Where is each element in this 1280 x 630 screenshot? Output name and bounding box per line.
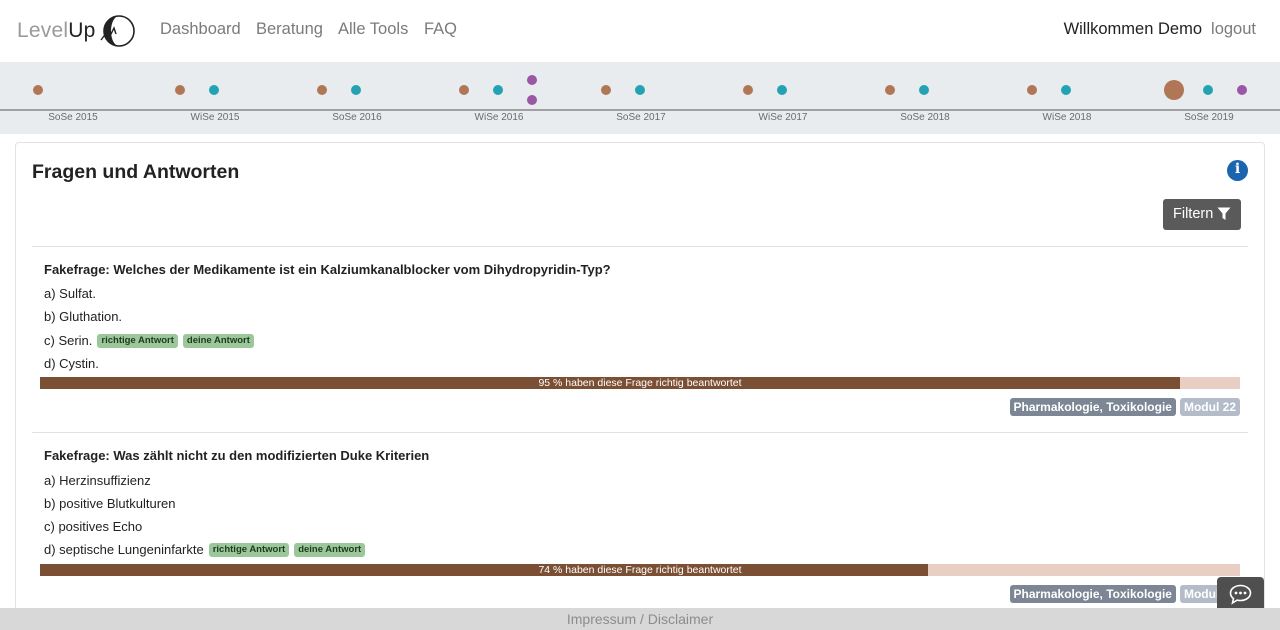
module-tag[interactable]: Modul 22 <box>1179 398 1240 416</box>
timeline-event-dot[interactable] <box>351 85 361 95</box>
answer-text: c) positives Echo <box>44 519 143 534</box>
timeline-event-dot[interactable] <box>317 85 327 95</box>
answer-option: b) positive Blutkulturen <box>44 496 176 511</box>
semester-label: SoSe 2015 <box>48 112 98 123</box>
topic-tag[interactable]: Pharmakologie, Toxikologie <box>1009 398 1176 416</box>
levelup-logo-icon <box>100 15 136 47</box>
nav-beratung[interactable]: Beratung <box>256 20 323 39</box>
answer-text: a) Herzinsuffizienz <box>44 473 151 488</box>
answer-option: a) Sulfat. <box>44 286 96 301</box>
timeline-event-dot[interactable] <box>1027 85 1037 95</box>
welcome-text: Willkommen Demo <box>1063 20 1202 38</box>
semester-label: WiSe 2015 <box>191 112 240 123</box>
timeline-event-dot[interactable] <box>493 85 503 95</box>
topic-tag[interactable]: Pharmakologie, Toxikologie <box>1009 585 1176 603</box>
info-icon[interactable]: i <box>1227 160 1248 181</box>
timeline-event-dot[interactable] <box>1203 85 1213 95</box>
timeline-event-dot[interactable] <box>527 95 537 105</box>
timeline-event-dot[interactable] <box>1164 80 1184 100</box>
answer-text: c) Serin. <box>44 333 93 348</box>
question-item: Fakefrage: Welches der Medikamente ist e… <box>32 246 1248 432</box>
timeline-event-dot[interactable] <box>1061 85 1071 95</box>
semester-label: SoSe 2017 <box>616 112 666 123</box>
answer-option: c) positives Echo <box>44 519 142 534</box>
nav-alle-tools[interactable]: Alle Tools <box>338 20 408 39</box>
semester-label: WiSe 2018 <box>1043 112 1092 123</box>
timeline-event-dot[interactable] <box>209 85 219 95</box>
timeline-event-dot[interactable] <box>919 85 929 95</box>
semester-label: SoSe 2019 <box>1184 112 1234 123</box>
semester-timeline: SoSe 2015 WiSe 2015 SoSe 2016 WiSe 2016 SoSe… <box>0 62 1280 134</box>
tag-list: Pharmakologie, Toxikologie Modul 22 <box>1006 398 1240 416</box>
timeline-event-dot[interactable] <box>635 85 645 95</box>
brand-text-dark: Up <box>68 19 96 42</box>
progress-text: 95 % haben diese Frage richtig beantwort… <box>538 377 742 389</box>
logout-link[interactable]: logout <box>1211 20 1256 39</box>
filter-label: Filtern <box>1173 206 1214 222</box>
answer-text: d) Cystin. <box>44 356 99 371</box>
nav-faq[interactable]: FAQ <box>424 20 457 39</box>
timeline-event-dot[interactable] <box>527 75 537 85</box>
correct-answer-badge: richtige Antwort <box>208 542 290 557</box>
question-item: Fakefrage: Was zählt nicht zu den modifi… <box>32 432 1248 611</box>
nav-dashboard[interactable]: Dashboard <box>160 20 241 39</box>
semester-label: WiSe 2017 <box>759 112 808 123</box>
answer-progress-bar: 74 % haben diese Frage richtig beantwort… <box>40 564 1240 576</box>
answer-text: b) Gluthation. <box>44 309 123 324</box>
answer-option: c) Serin. richtige Antwort deine Antwort <box>44 333 254 348</box>
navbar: LevelUp Dashboard Beratung Alle Tools FA… <box>0 0 1280 62</box>
brand-logo[interactable]: LevelUp <box>17 14 136 48</box>
timeline-event-dot[interactable] <box>33 85 43 95</box>
question-title: Fakefrage: Welches der Medikamente ist e… <box>44 262 611 277</box>
impressum-link[interactable]: Impressum / Disclaimer <box>567 611 713 627</box>
chat-bubble-icon <box>1229 584 1252 605</box>
answer-text: b) positive Blutkulturen <box>44 496 176 511</box>
questions-card: Fragen und Antworten i Filtern Fakefrage… <box>15 142 1265 612</box>
semester-label: SoSe 2016 <box>332 112 382 123</box>
your-answer-badge: deine Antwort <box>294 542 366 557</box>
semester-label: SoSe 2018 <box>900 112 950 123</box>
answer-option: a) Herzinsuffizienz <box>44 473 151 488</box>
timeline-event-dot[interactable] <box>777 85 787 95</box>
answer-option: b) Gluthation. <box>44 309 122 324</box>
funnel-icon <box>1217 207 1231 220</box>
answer-text: a) Sulfat. <box>44 286 97 301</box>
answer-option: d) septische Lungeninfarkte richtige Ant… <box>44 542 366 557</box>
timeline-event-dot[interactable] <box>601 85 611 95</box>
filter-button[interactable]: Filtern <box>1163 199 1241 230</box>
timeline-chart: SoSe 2015 WiSe 2015 SoSe 2016 WiSe 2016 SoSe… <box>0 75 1280 123</box>
correct-answer-badge: richtige Antwort <box>97 333 178 348</box>
answer-option: d) Cystin. <box>44 356 99 371</box>
brand-text-light: Level <box>17 19 69 42</box>
page-title: Fragen und Antworten <box>32 161 240 183</box>
footer: Impressum / Disclaimer <box>0 608 1280 630</box>
question-title: Fakefrage: Was zählt nicht zu den modifi… <box>44 448 430 463</box>
progress-text: 74 % haben diese Frage richtig beantwort… <box>538 564 742 576</box>
answer-text: d) septische Lungeninfarkte <box>44 542 204 557</box>
timeline-event-dot[interactable] <box>1237 85 1247 95</box>
timeline-event-dot[interactable] <box>459 85 469 95</box>
timeline-event-dot[interactable] <box>885 85 895 95</box>
timeline-event-dot[interactable] <box>743 85 753 95</box>
semester-label: WiSe 2016 <box>475 112 524 123</box>
answer-progress-bar: 95 % haben diese Frage richtig beantwort… <box>40 377 1240 389</box>
tag-list: Pharmakologie, Toxikologie Modul 22 <box>1006 585 1240 603</box>
timeline-event-dot[interactable] <box>175 85 185 95</box>
your-answer-badge: deine Antwort <box>182 333 254 348</box>
